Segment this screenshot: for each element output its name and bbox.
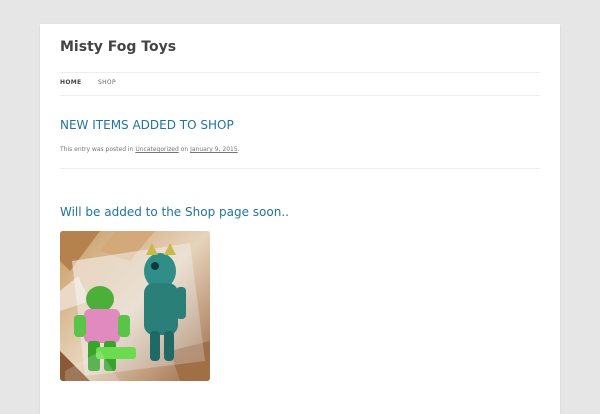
post-meta-on: on: [178, 146, 191, 153]
main-navigation: HOME SHOP: [60, 72, 540, 96]
post-meta-suffix: .: [237, 146, 240, 153]
post-meta: This entry was posted in Uncategorized o…: [60, 146, 240, 153]
post-meta-prefix: This entry was posted in: [60, 146, 136, 153]
nav-item-home[interactable]: HOME: [60, 79, 81, 86]
post-title[interactable]: NEW ITEMS ADDED TO SHOP: [60, 118, 234, 132]
toy-photo-image[interactable]: [60, 231, 210, 381]
entry-divider: [60, 168, 540, 169]
date-link[interactable]: January 9, 2015: [190, 146, 238, 153]
nav-item-shop[interactable]: SHOP: [98, 79, 116, 86]
post-content-heading: Will be added to the Shop page soon..: [60, 205, 289, 219]
category-link[interactable]: Uncategorized: [135, 146, 178, 153]
site-title[interactable]: Misty Fog Toys: [60, 39, 176, 55]
page-container: Misty Fog Toys HOME SHOP NEW ITEMS ADDED…: [40, 24, 560, 414]
